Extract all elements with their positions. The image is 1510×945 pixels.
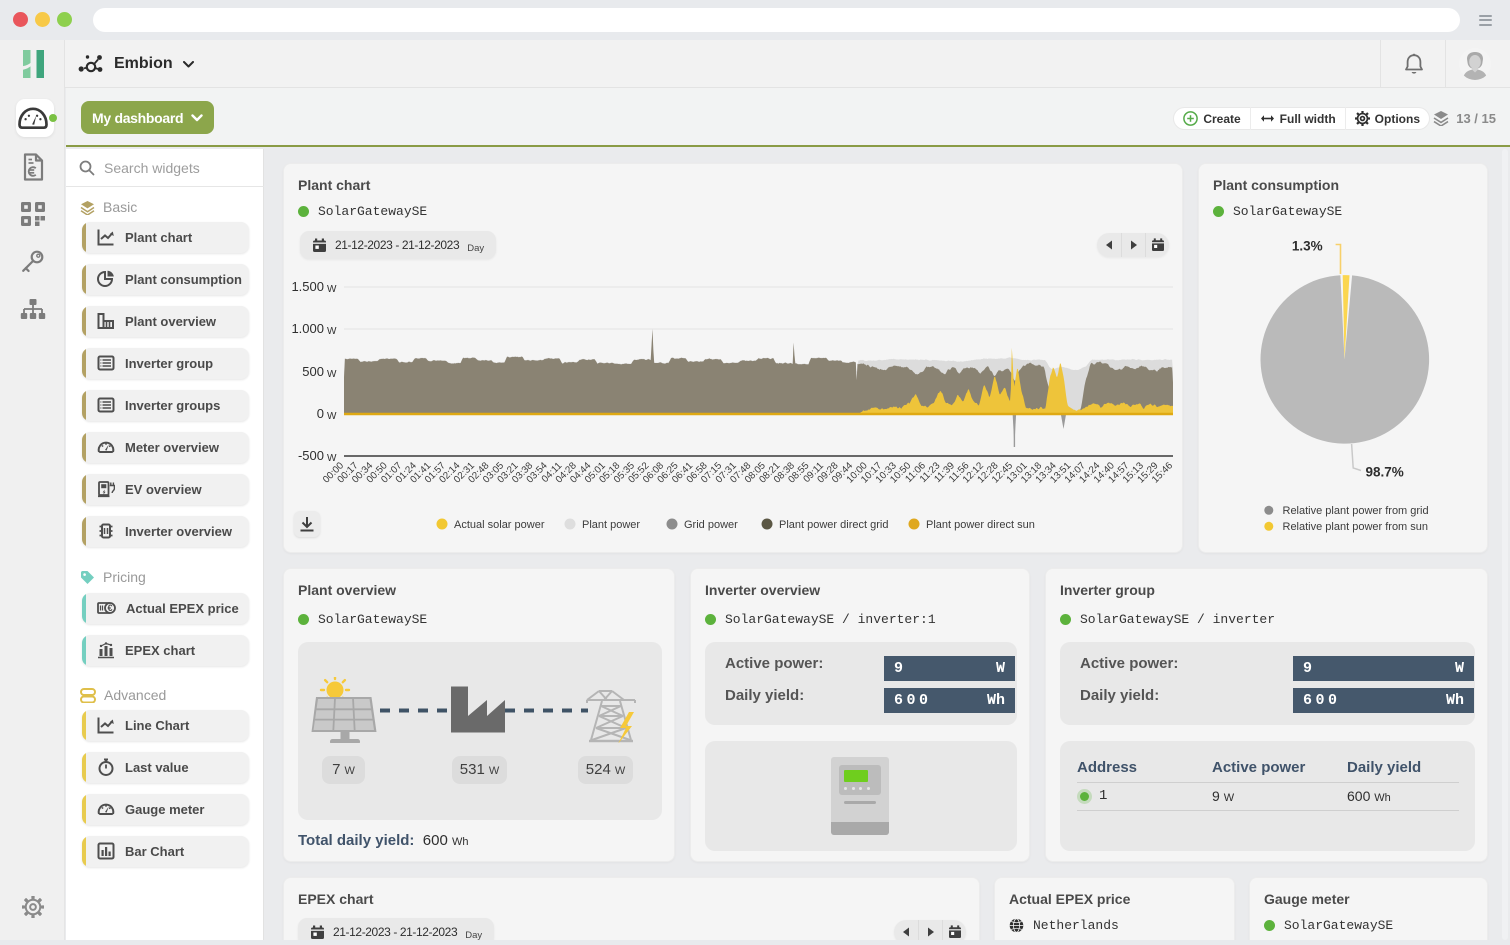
svg-text:-500: -500	[298, 448, 324, 463]
svg-text:Plant power: Plant power	[582, 519, 640, 531]
svg-text:1.000: 1.000	[291, 321, 324, 336]
svg-text:Grid power: Grid power	[684, 519, 738, 531]
svg-text:Actual solar power: Actual solar power	[454, 519, 545, 531]
svg-text:1.3%: 1.3%	[1292, 239, 1323, 254]
svg-text:W: W	[327, 284, 337, 295]
svg-text:1.500: 1.500	[291, 279, 324, 294]
svg-text:98.7%: 98.7%	[1366, 465, 1404, 480]
svg-text:0: 0	[317, 406, 324, 421]
svg-text:Plant power direct grid: Plant power direct grid	[779, 519, 888, 531]
svg-text:Relative plant power from grid: Relative plant power from grid	[1283, 505, 1429, 517]
svg-text:Relative plant power from sun: Relative plant power from sun	[1283, 521, 1429, 533]
svg-text:W: W	[327, 326, 337, 337]
svg-text:W: W	[327, 411, 337, 422]
svg-text:500: 500	[302, 364, 324, 379]
svg-text:W: W	[327, 369, 337, 380]
svg-text:€: €	[107, 603, 112, 613]
svg-text:Plant power direct sun: Plant power direct sun	[926, 519, 1035, 531]
